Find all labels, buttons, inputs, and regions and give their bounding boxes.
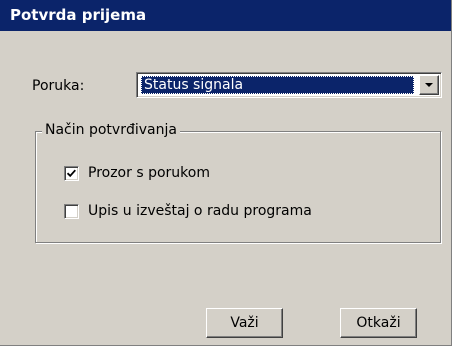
title-bar[interactable]: Potvrda prijema <box>0 0 451 31</box>
ok-button[interactable]: Važi <box>206 308 283 338</box>
chevron-down-icon <box>425 83 433 87</box>
confirmation-mode-legend: Način potvrđivanja <box>42 122 180 138</box>
checkmark-icon <box>67 169 76 178</box>
message-select-value[interactable]: Status signala <box>141 76 414 94</box>
program-log-checkbox[interactable] <box>64 204 79 219</box>
confirmation-mode-group <box>35 131 441 243</box>
message-select[interactable]: Status signala <box>136 72 442 98</box>
message-dropdown-button[interactable] <box>419 75 439 95</box>
message-window-checkbox[interactable] <box>64 166 79 181</box>
message-window-label: Prozor s porukom <box>88 165 210 181</box>
window-title: Potvrda prijema <box>10 6 147 24</box>
message-label: Poruka: <box>32 78 85 94</box>
program-log-label: Upis u izveštaj o radu programa <box>88 203 312 219</box>
dialog-window: Potvrda prijema Poruka: Status signala N… <box>0 0 452 346</box>
cancel-button[interactable]: Otkaži <box>340 308 417 338</box>
